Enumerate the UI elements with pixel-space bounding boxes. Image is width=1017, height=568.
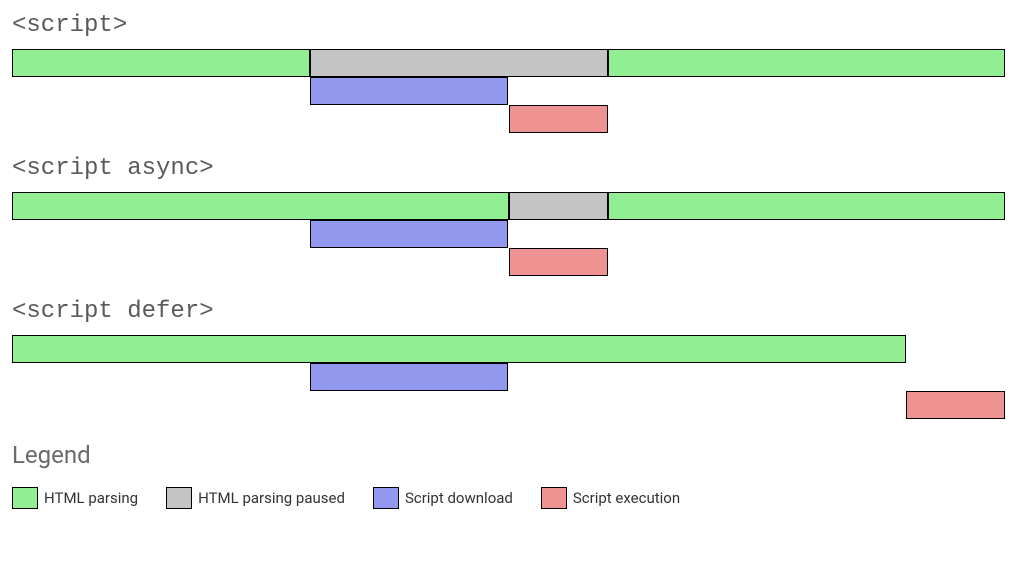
- section-heading: <script async>: [12, 155, 1005, 182]
- timeline-row: [12, 192, 1005, 220]
- bar-exec: [906, 391, 1005, 419]
- bar-download: [310, 363, 509, 391]
- legend-label: Script execution: [573, 489, 680, 507]
- legend-label: HTML parsing: [44, 489, 138, 507]
- legend-item: HTML parsing: [12, 487, 138, 509]
- bar-exec: [509, 248, 608, 276]
- legend-swatch-exec: [541, 487, 567, 509]
- timeline-row: [12, 363, 1005, 391]
- section-heading: <script>: [12, 12, 1005, 39]
- bar-parsing: [12, 335, 906, 363]
- timeline-row: [12, 391, 1005, 419]
- legend-item: Script execution: [541, 487, 680, 509]
- timeline-section: <script defer>: [12, 298, 1005, 419]
- legend-item: Script download: [373, 487, 513, 509]
- legend-label: Script download: [405, 489, 513, 507]
- legend-item: HTML parsing paused: [166, 487, 345, 509]
- bar-parsing: [12, 49, 310, 77]
- legend-row: HTML parsing HTML parsing paused Script do…: [12, 487, 1005, 509]
- timeline-section: <script async>: [12, 155, 1005, 276]
- section-heading: <script defer>: [12, 298, 1005, 325]
- timeline-section: <script>: [12, 12, 1005, 133]
- bar-exec: [509, 105, 608, 133]
- timeline-row: [12, 248, 1005, 276]
- timeline-sections: <script> <script async> <script defer>: [12, 12, 1005, 419]
- legend-heading: Legend: [12, 441, 1005, 469]
- bar-paused: [310, 49, 608, 77]
- timeline-row: [12, 77, 1005, 105]
- timeline-row: [12, 220, 1005, 248]
- legend-swatch-parsing: [12, 487, 38, 509]
- bar-parsing: [12, 192, 509, 220]
- bar-paused: [509, 192, 608, 220]
- timeline-row: [12, 49, 1005, 77]
- bar-parsing: [608, 192, 1005, 220]
- timeline-row: [12, 105, 1005, 133]
- bar-download: [310, 220, 509, 248]
- legend-swatch-paused: [166, 487, 192, 509]
- legend-label: HTML parsing paused: [198, 489, 345, 507]
- bar-download: [310, 77, 509, 105]
- timeline-row: [12, 335, 1005, 363]
- legend-swatch-download: [373, 487, 399, 509]
- bar-parsing: [608, 49, 1005, 77]
